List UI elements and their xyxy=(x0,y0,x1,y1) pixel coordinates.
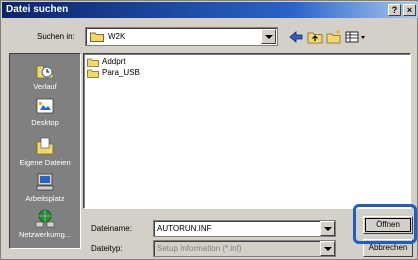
places-bar: Verlauf Desktop Eigene Dateien Arbeitspl… xyxy=(9,53,81,249)
place-label: Netzwerkumg... xyxy=(18,230,72,239)
up-folder-icon[interactable] xyxy=(306,28,324,46)
place-my-computer[interactable]: Arbeitsplatz xyxy=(10,172,80,203)
back-icon[interactable] xyxy=(287,28,305,46)
filename-label: Dateiname: xyxy=(91,224,132,233)
place-label: Arbeitsplatz xyxy=(25,194,65,203)
desktop-icon xyxy=(36,98,54,114)
cancel-button[interactable]: Abbrechen xyxy=(363,239,413,257)
close-button[interactable]: × xyxy=(403,4,416,16)
file-name: Addprt xyxy=(102,57,126,66)
look-in-label: Suchen in: xyxy=(37,32,75,41)
history-icon xyxy=(36,65,54,79)
title-bar-buttons: ? × xyxy=(388,4,416,16)
file-name: Para_USB xyxy=(102,68,140,77)
place-label: Eigene Dateien xyxy=(19,158,71,167)
chevron-down-icon[interactable] xyxy=(320,221,335,236)
new-folder-icon[interactable] xyxy=(325,28,343,46)
network-icon xyxy=(35,209,55,228)
open-button[interactable]: Öffnen xyxy=(363,216,413,234)
folder-icon xyxy=(87,69,99,78)
file-open-dialog: Datei suchen ? × Suchen in: W2K Verlauf … xyxy=(0,0,418,260)
title-bar: Datei suchen ? × xyxy=(2,2,418,18)
place-my-documents[interactable]: Eigene Dateien xyxy=(10,136,80,167)
help-button[interactable]: ? xyxy=(388,4,401,16)
folder-icon xyxy=(87,58,99,67)
my-computer-icon xyxy=(36,173,54,191)
filename-input[interactable]: AUTORUN.INF xyxy=(153,220,336,237)
filetype-label: Dateityp: xyxy=(91,244,123,253)
look-in-combobox[interactable]: W2K xyxy=(85,27,278,46)
window-title: Datei suchen xyxy=(6,4,69,15)
view-menu-icon[interactable] xyxy=(344,28,368,46)
list-item[interactable]: Para_USB xyxy=(87,68,140,78)
place-label: Desktop xyxy=(31,118,59,127)
place-desktop[interactable]: Desktop xyxy=(10,96,80,127)
file-list[interactable]: Addprt Para_USB xyxy=(83,53,411,209)
place-history[interactable]: Verlauf xyxy=(10,60,80,91)
chevron-down-icon[interactable] xyxy=(320,241,335,256)
my-documents-icon xyxy=(36,137,54,155)
look-in-value: W2K xyxy=(108,32,126,41)
place-network[interactable]: Netzwerkumg... xyxy=(10,208,80,239)
chevron-down-icon[interactable] xyxy=(261,29,276,44)
filetype-value: Setup Information (*.inf) xyxy=(157,244,242,253)
folder-icon xyxy=(90,32,104,42)
filename-value: AUTORUN.INF xyxy=(157,224,212,233)
place-label: Verlauf xyxy=(33,82,57,91)
list-item[interactable]: Addprt xyxy=(87,57,126,67)
filetype-select[interactable]: Setup Information (*.inf) xyxy=(153,240,336,257)
